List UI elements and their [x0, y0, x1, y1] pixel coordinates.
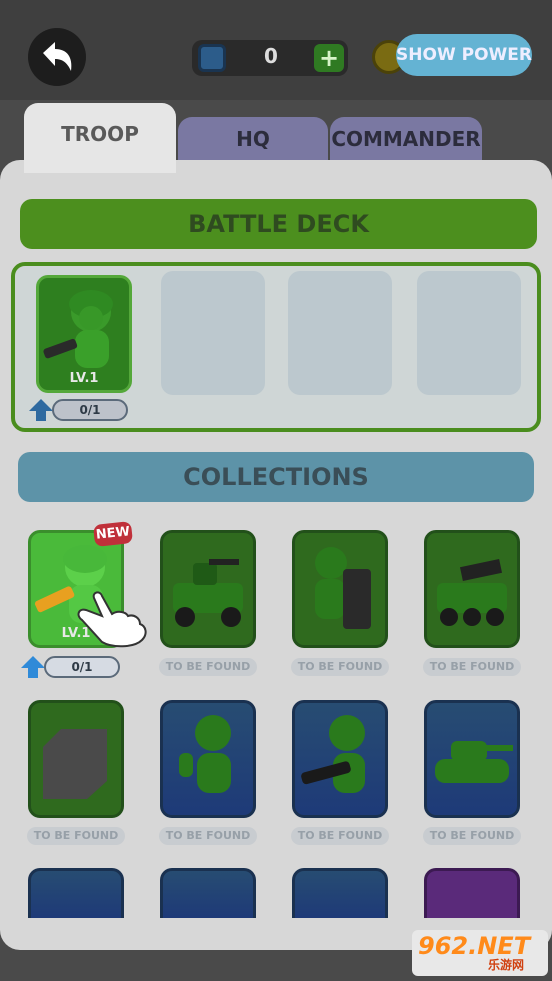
collection-card-soldier[interactable] — [292, 868, 388, 918]
show-power-button[interactable]: SHOW POWER — [396, 34, 532, 76]
armed-jeep-icon — [173, 559, 243, 627]
gem-counter: 0 + — [192, 40, 348, 76]
battle-deck-header: BATTLE DECK — [20, 199, 537, 249]
to-be-found-label: TO BE FOUND — [423, 827, 521, 845]
to-be-found-label: TO BE FOUND — [423, 658, 521, 676]
shield-soldier-icon — [315, 547, 371, 629]
collection-card-wall[interactable] — [28, 700, 124, 818]
grenadier-soldier-icon — [179, 715, 231, 793]
to-be-found-label: TO BE FOUND — [159, 658, 257, 676]
deck-card-rifleman[interactable]: LV.1 — [36, 275, 132, 393]
gem-count: 0 — [264, 44, 278, 68]
watermark-subtext: 乐游网 — [488, 958, 525, 972]
collection-card-rocket-truck[interactable] — [424, 530, 520, 648]
to-be-found-label: TO BE FOUND — [291, 827, 389, 845]
collection-card-tank[interactable] — [424, 700, 520, 818]
empty-deck-slot[interactable] — [288, 271, 392, 395]
collections-header: COLLECTIONS — [18, 452, 534, 502]
collection-card-shield-soldier[interactable] — [292, 530, 388, 648]
rocket-truck-icon — [437, 558, 507, 626]
upgrade-arrow-icon — [21, 656, 45, 678]
tab-troop[interactable]: TROOP — [24, 103, 176, 173]
collection-card-jeep[interactable] — [160, 530, 256, 648]
soldier-rifle-icon — [43, 290, 113, 368]
add-gem-button[interactable]: + — [314, 44, 344, 72]
deck-card-level: LV.1 — [69, 371, 99, 386]
collection-card-grenadier[interactable] — [160, 700, 256, 818]
collection-card-progress: 0/1 — [44, 656, 120, 678]
site-watermark: 962.NET 乐游网 — [412, 930, 548, 976]
collection-card-gunner[interactable] — [28, 868, 124, 918]
upgrade-arrow-icon — [29, 399, 53, 421]
tank-icon — [435, 741, 513, 783]
collection-card-elite[interactable] — [424, 868, 520, 918]
deck-card-progress: 0/1 — [52, 399, 128, 421]
empty-deck-slot[interactable] — [161, 271, 265, 395]
collection-card-soldier[interactable] — [160, 868, 256, 918]
concrete-block-icon — [43, 729, 107, 799]
gem-icon — [198, 44, 226, 72]
bazooka-soldier-icon — [301, 715, 365, 793]
back-button[interactable] — [28, 28, 86, 86]
collection-card-bazooka[interactable] — [292, 700, 388, 818]
back-arrow-icon — [43, 42, 72, 71]
to-be-found-label: TO BE FOUND — [159, 827, 257, 845]
new-badge: NEW — [92, 521, 134, 547]
empty-deck-slot[interactable] — [417, 271, 521, 395]
to-be-found-label: TO BE FOUND — [27, 827, 125, 845]
to-be-found-label: TO BE FOUND — [291, 658, 389, 676]
tap-hand-icon — [77, 591, 147, 648]
